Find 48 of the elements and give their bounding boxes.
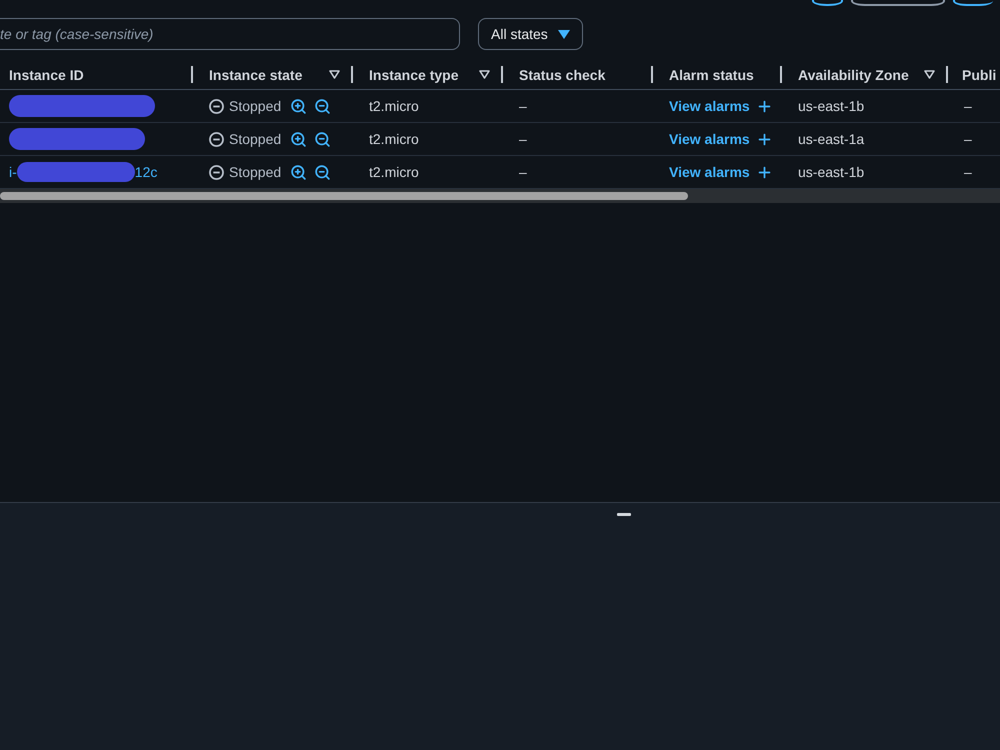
instance-state: Stopped: [229, 164, 282, 180]
table-cell: –: [519, 164, 527, 180]
table-cell: –: [519, 98, 527, 114]
table-cell: –: [964, 164, 972, 180]
view-alarms-link[interactable]: View alarms: [669, 164, 750, 180]
table-cell: us-east-1b: [798, 98, 864, 114]
column-header[interactable]: Instance ID: [9, 66, 84, 82]
stopped-icon: [209, 164, 224, 180]
scrollbar-thumb[interactable]: [0, 192, 688, 200]
table-cell: us-east-1b: [798, 164, 864, 180]
table-cell: –: [519, 131, 527, 147]
state-filter-dropdown[interactable]: All states: [478, 18, 583, 50]
instance-state: Stopped: [229, 131, 282, 147]
horizontal-scrollbar[interactable]: [0, 189, 1000, 203]
table-cell: t2.micro: [369, 131, 419, 147]
zoom-out-icon[interactable]: [314, 130, 332, 148]
caret-down-icon: [558, 30, 570, 38]
table-cell: us-east-1a: [798, 131, 864, 147]
instance-state: Stopped: [229, 98, 282, 114]
zoom-in-icon[interactable]: [290, 130, 308, 148]
column-header[interactable]: Alarm status: [669, 66, 754, 82]
column-header[interactable]: Publi: [962, 66, 996, 82]
instance-id-link[interactable]: 12c: [134, 164, 158, 180]
outline-button[interactable]: [953, 0, 993, 6]
resize-handle[interactable]: [617, 513, 631, 516]
table-cell: –: [964, 131, 972, 147]
table-cell: t2.micro: [369, 164, 419, 180]
instance-id-link[interactable]: i-: [9, 164, 17, 180]
table-cell: t2.micro: [369, 98, 419, 114]
zoom-out-icon[interactable]: [314, 98, 332, 114]
view-alarms-link[interactable]: View alarms: [669, 131, 750, 147]
zoom-out-icon[interactable]: [314, 164, 332, 180]
zoom-in-icon[interactable]: [290, 98, 308, 114]
search-field[interactable]: te or tag (case-sensitive): [0, 18, 460, 50]
table-cell: –: [964, 98, 972, 114]
column-header[interactable]: Instance state: [209, 66, 302, 82]
column-header[interactable]: Instance type: [369, 66, 458, 82]
round-button[interactable]: [812, 0, 843, 6]
stopped-icon: [209, 132, 224, 146]
caret-down-icon[interactable]: [479, 70, 490, 79]
view-alarms-link[interactable]: View alarms: [669, 98, 750, 114]
caret-down-icon[interactable]: [924, 70, 935, 79]
stopped-icon: [209, 98, 224, 114]
caret-down-icon[interactable]: [329, 70, 340, 79]
column-header[interactable]: Status check: [519, 66, 606, 82]
column-header[interactable]: Availability Zone: [798, 66, 909, 82]
outline-button[interactable]: [851, 0, 945, 6]
zoom-in-icon[interactable]: [290, 164, 308, 180]
